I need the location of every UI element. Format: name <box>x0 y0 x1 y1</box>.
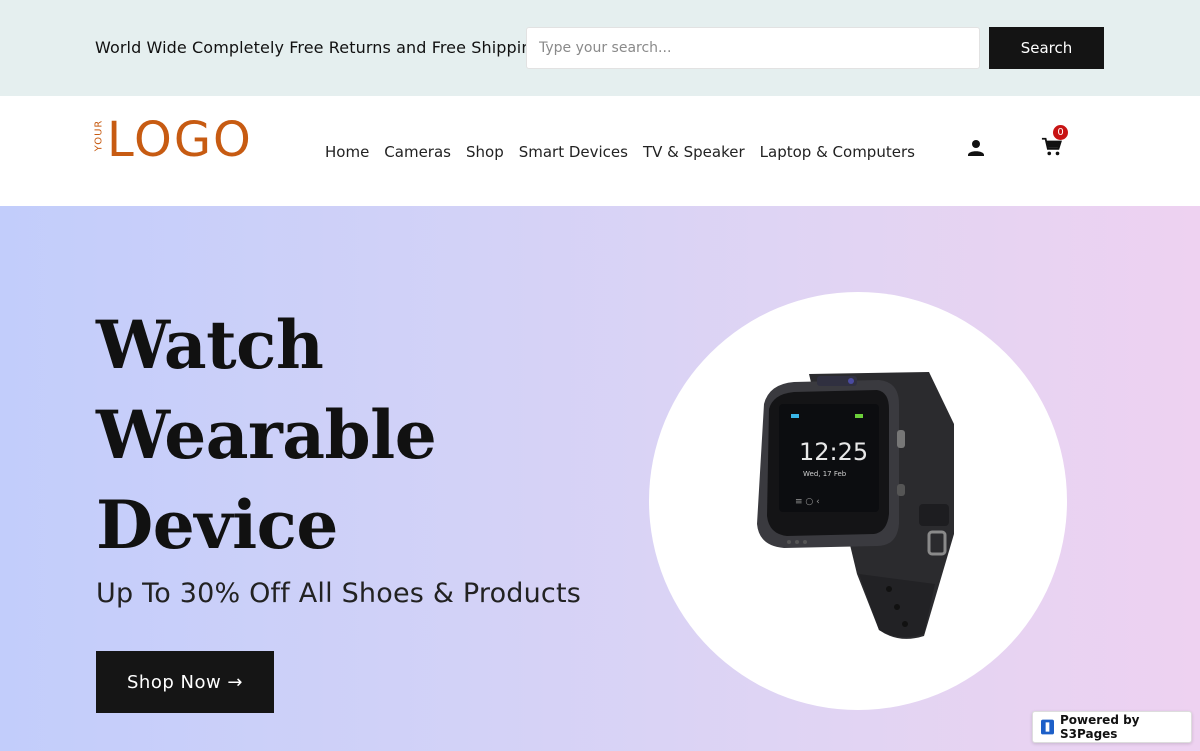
smartwatch-image: 12:25 Wed, 17 Feb ≡ ○ ‹ <box>757 372 954 639</box>
shipping-message: World Wide Completely Free Returns and F… <box>95 38 542 57</box>
nav-item-home[interactable]: Home <box>325 143 369 161</box>
logo-big-text: LOGO <box>107 112 253 168</box>
hero-title: Watch Wearable Device <box>96 300 437 570</box>
watch-time-text: 12:25 <box>799 438 868 466</box>
watch-date-text: Wed, 17 Feb <box>803 470 847 478</box>
powered-by-text: Powered by S3Pages <box>1060 713 1140 741</box>
powered-by-badge[interactable]: Powered by S3Pages <box>1032 711 1192 743</box>
nav-item-cameras[interactable]: Cameras <box>384 143 451 161</box>
hero-banner: Watch Wearable Device Up To 30% Off All … <box>0 206 1200 751</box>
cart-count-badge: 0 <box>1053 125 1068 140</box>
nav-item-tv-speaker[interactable]: TV & Speaker <box>643 143 745 161</box>
search-button[interactable]: Search <box>989 27 1104 69</box>
nav-item-smart-devices[interactable]: Smart Devices <box>519 143 628 161</box>
hero-title-line: Device <box>96 486 338 564</box>
s3pages-icon <box>1041 719 1054 735</box>
svg-text:≡ ○ ‹: ≡ ○ ‹ <box>795 497 820 507</box>
shop-now-button[interactable]: Shop Now → <box>96 651 274 713</box>
hero-title-line: Watch <box>96 306 324 384</box>
logo-small-text: YOUR <box>93 119 105 152</box>
top-bar: World Wide Completely Free Returns and F… <box>0 0 1200 96</box>
hero-title-line: Wearable <box>96 396 437 474</box>
product-image-circle: 12:25 Wed, 17 Feb ≡ ○ ‹ <box>649 292 1067 710</box>
site-header: YOUR LOGO Home Cameras Shop Smart Device… <box>0 96 1200 206</box>
search-input[interactable] <box>526 27 980 69</box>
hero-subtitle: Up To 30% Off All Shoes & Products <box>96 578 582 609</box>
user-icon[interactable] <box>966 138 986 158</box>
main-nav: Home Cameras Shop Smart Devices TV & Spe… <box>325 143 930 161</box>
nav-item-laptop-computers[interactable]: Laptop & Computers <box>760 143 915 161</box>
nav-item-shop[interactable]: Shop <box>466 143 504 161</box>
